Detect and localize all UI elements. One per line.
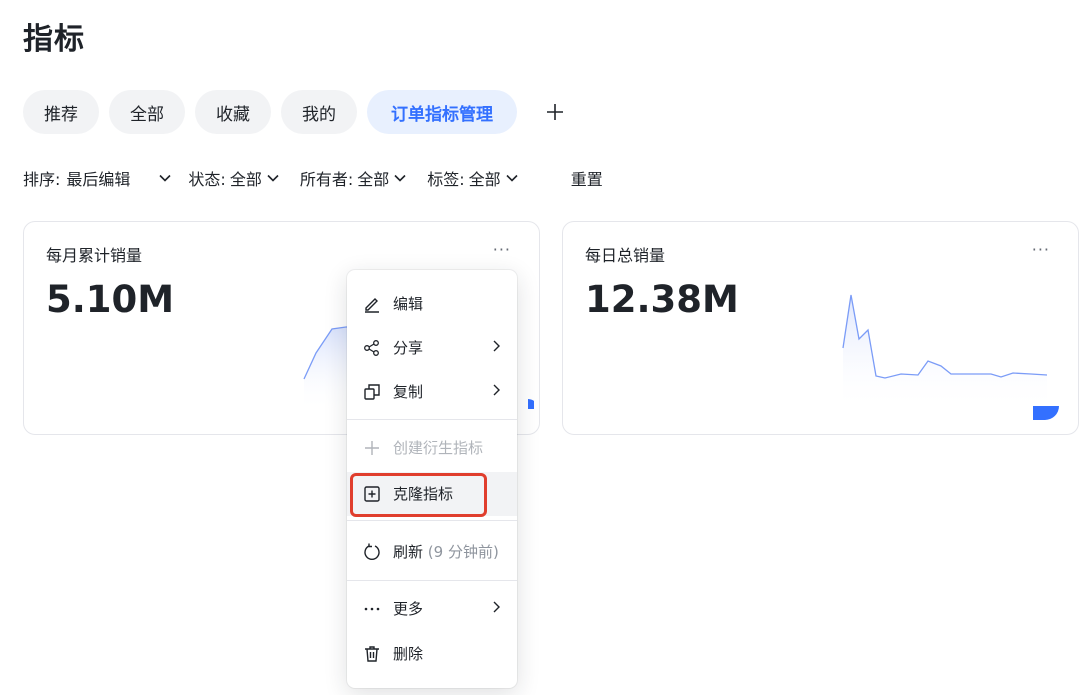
page-title: 指标 [23, 22, 85, 57]
menu-item-label: 更多 [393, 600, 424, 618]
sparkline-line [842, 294, 1048, 379]
refresh-time-label: (9 分钟前) [427, 543, 499, 561]
chevron-down-icon [158, 171, 172, 185]
menu-divider [347, 580, 517, 581]
tab-all[interactable]: 全部 [109, 90, 185, 134]
menu-item-copy[interactable]: 复制 [347, 370, 517, 414]
menu-item-share[interactable]: 分享 [347, 326, 517, 370]
status-filter-label: 状态: [188, 170, 226, 189]
refresh-label: 刷新 [393, 543, 424, 561]
more-options-button[interactable]: ··· [493, 240, 511, 259]
tab-order-metrics[interactable]: 订单指标管理 [367, 90, 517, 134]
copy-icon [362, 382, 382, 402]
menu-item-create-derived-metric: 创建衍生指标 [347, 426, 517, 470]
menu-item-label: 刷新 (9 分钟前) [393, 542, 499, 562]
reset-button[interactable]: 重置 [571, 166, 603, 190]
trash-icon [362, 644, 382, 664]
status-filter[interactable]: 状态: 全部 [188, 166, 279, 190]
menu-item-label: 编辑 [393, 295, 424, 313]
more-icon [362, 599, 382, 619]
menu-item-more[interactable]: 更多 [347, 587, 517, 631]
metric-card-daily-sales[interactable]: 每日总销量 12.38M ··· [562, 221, 1079, 435]
owner-filter[interactable]: 所有者: 全部 [300, 166, 407, 190]
tab-recommended[interactable]: 推荐 [23, 90, 99, 134]
sort-filter-value: 最后编辑 [66, 170, 131, 189]
sparkline-end-marker [1033, 406, 1059, 420]
menu-item-label: 克隆指标 [393, 485, 454, 503]
menu-divider [347, 419, 517, 420]
tag-filter-value: 全部 [468, 170, 501, 189]
tab-bar: 推荐 全部 收藏 我的 订单指标管理 [23, 90, 575, 134]
chevron-down-icon [393, 171, 407, 185]
menu-item-label: 删除 [393, 645, 424, 663]
refresh-icon [362, 542, 382, 562]
chevron-right-icon [491, 600, 501, 618]
tag-filter[interactable]: 标签: 全部 [427, 166, 518, 190]
add-tab-button[interactable] [535, 90, 575, 134]
sparkline-end-marker [528, 399, 534, 409]
status-filter-value: 全部 [229, 170, 262, 189]
menu-item-label: 复制 [393, 383, 424, 401]
share-icon [362, 338, 382, 358]
plus-square-icon [362, 484, 382, 504]
sparkline-area [843, 295, 1047, 412]
chevron-down-icon [505, 171, 519, 185]
chevron-down-icon [266, 171, 280, 185]
context-menu: 编辑 分享 复制 创建衍生指标 克隆指标 刷新 (9 分钟前) 更多 删除 [347, 270, 517, 688]
menu-item-refresh[interactable]: 刷新 (9 分钟前) [347, 530, 517, 574]
more-options-button[interactable]: ··· [1032, 240, 1050, 259]
plus-icon [547, 104, 563, 120]
pencil-icon [362, 294, 382, 314]
menu-item-delete[interactable]: 删除 [347, 632, 517, 676]
menu-item-edit[interactable]: 编辑 [347, 282, 517, 326]
sort-filter[interactable]: 排序: 最后编辑 [23, 166, 172, 190]
tag-filter-label: 标签: [427, 170, 465, 189]
tab-mine[interactable]: 我的 [281, 90, 357, 134]
menu-divider [347, 520, 517, 521]
card-value: 5.10M [46, 278, 175, 321]
plus-icon [362, 438, 382, 458]
owner-filter-value: 全部 [357, 170, 390, 189]
card-title: 每日总销量 [585, 246, 666, 265]
menu-item-clone-metric[interactable]: 克隆指标 [347, 472, 517, 516]
menu-item-label: 分享 [393, 339, 424, 357]
filter-bar: 排序: 最后编辑 状态: 全部 所有者: 全部 标签: 全部 重置 [23, 166, 603, 190]
sort-filter-label: 排序: [23, 170, 61, 189]
sparkline-chart [842, 294, 1059, 420]
card-title: 每月累计销量 [46, 246, 143, 265]
chevron-right-icon [491, 383, 501, 401]
card-value: 12.38M [585, 278, 739, 321]
menu-item-label: 创建衍生指标 [393, 439, 484, 457]
owner-filter-label: 所有者: [299, 170, 354, 189]
chevron-right-icon [491, 339, 501, 357]
tab-favorites[interactable]: 收藏 [195, 90, 271, 134]
metrics-page: 指标 推荐 全部 收藏 我的 订单指标管理 排序: 最后编辑 状态: 全部 所有… [0, 0, 1080, 695]
